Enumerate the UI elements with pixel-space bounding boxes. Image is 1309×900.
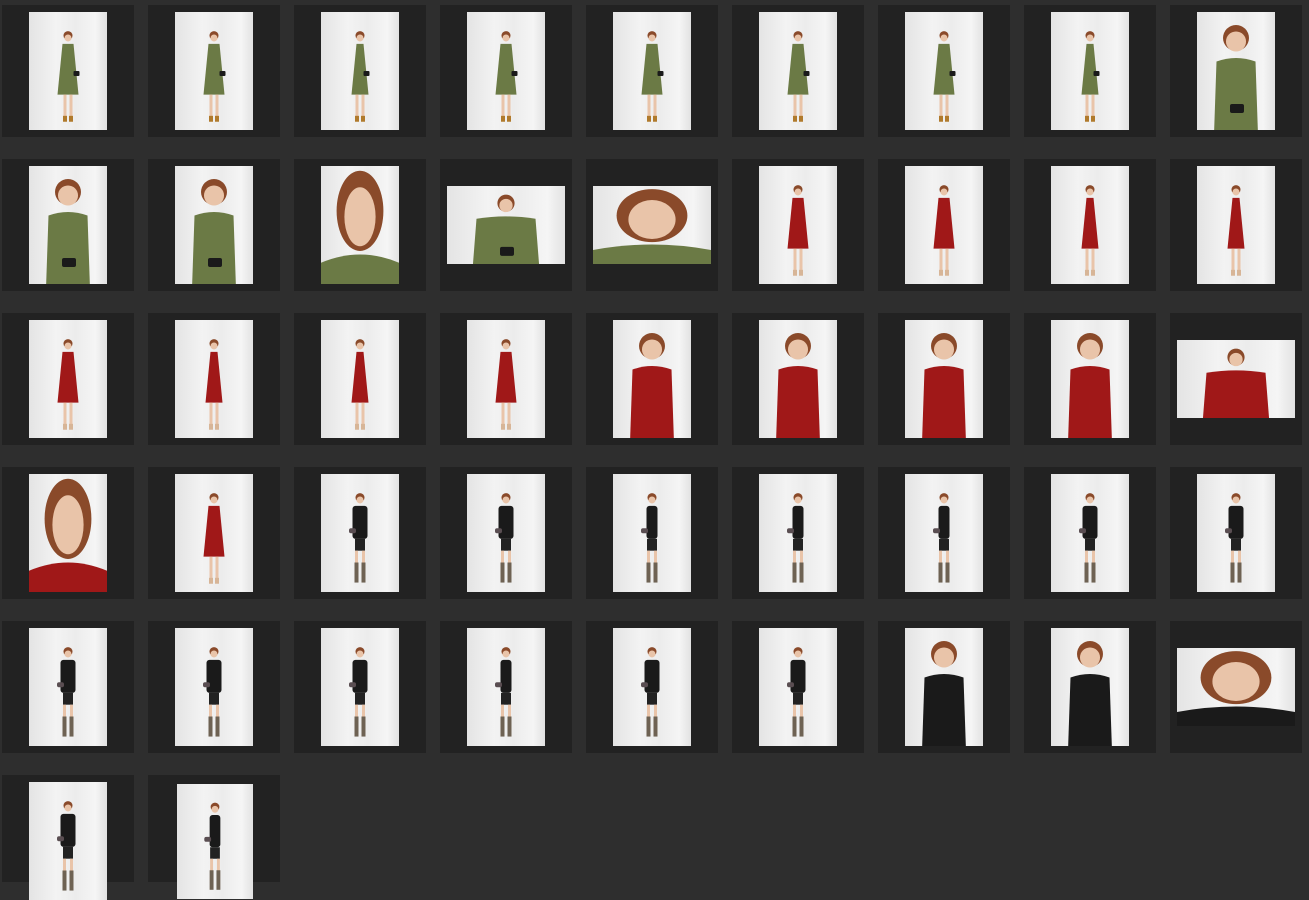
thumbnail-cell[interactable] bbox=[1170, 5, 1302, 137]
photo-thumbnail[interactable] bbox=[467, 12, 545, 130]
photo-thumbnail[interactable] bbox=[29, 628, 107, 746]
thumbnail-cell[interactable] bbox=[2, 621, 134, 753]
photo-thumbnail[interactable] bbox=[759, 320, 837, 438]
photo-thumbnail[interactable] bbox=[905, 474, 983, 592]
thumbnail-cell[interactable] bbox=[1170, 621, 1302, 753]
thumbnail-cell[interactable] bbox=[586, 159, 718, 291]
thumbnail-cell[interactable] bbox=[148, 159, 280, 291]
thumbnail-cell[interactable] bbox=[878, 621, 1010, 753]
photo-thumbnail[interactable] bbox=[759, 166, 837, 284]
photo-thumbnail[interactable] bbox=[321, 320, 399, 438]
thumbnail-cell[interactable] bbox=[1024, 5, 1156, 137]
photo-thumbnail[interactable] bbox=[29, 12, 107, 130]
thumbnail-cell[interactable] bbox=[878, 467, 1010, 599]
photo-thumbnail[interactable] bbox=[29, 320, 107, 438]
photo-thumbnail[interactable] bbox=[467, 628, 545, 746]
photo-thumbnail[interactable] bbox=[905, 320, 983, 438]
photo-thumbnail[interactable] bbox=[905, 628, 983, 746]
photo-thumbnail[interactable] bbox=[175, 166, 253, 284]
photo-thumbnail[interactable] bbox=[1051, 628, 1129, 746]
thumbnail-cell[interactable] bbox=[1170, 467, 1302, 599]
thumbnail-cell[interactable] bbox=[1024, 313, 1156, 445]
photo-thumbnail[interactable] bbox=[1051, 12, 1129, 130]
thumbnail-cell[interactable] bbox=[1024, 621, 1156, 753]
thumbnail-cell[interactable] bbox=[148, 313, 280, 445]
thumbnail-cell[interactable] bbox=[440, 313, 572, 445]
photo-thumbnail[interactable] bbox=[613, 628, 691, 746]
thumbnail-cell[interactable] bbox=[878, 5, 1010, 137]
photo-thumbnail[interactable] bbox=[593, 186, 711, 264]
photo-thumbnail[interactable] bbox=[905, 166, 983, 284]
thumbnail-cell[interactable] bbox=[2, 5, 134, 137]
thumbnail-cell[interactable] bbox=[148, 467, 280, 599]
photo-thumbnail[interactable] bbox=[759, 12, 837, 130]
photo-thumbnail[interactable] bbox=[1197, 12, 1275, 130]
thumbnail-cell[interactable] bbox=[732, 467, 864, 599]
photo-thumbnail[interactable] bbox=[321, 628, 399, 746]
thumbnail-cell[interactable] bbox=[586, 467, 718, 599]
thumbnail-cell[interactable] bbox=[2, 775, 134, 900]
thumbnail-cell[interactable] bbox=[1024, 159, 1156, 291]
thumbnail-cell[interactable] bbox=[440, 621, 572, 753]
photo-thumbnail[interactable] bbox=[1197, 166, 1275, 284]
thumbnail-cell[interactable] bbox=[294, 159, 426, 291]
thumbnail-cell[interactable] bbox=[586, 5, 718, 137]
thumbnail-cell[interactable] bbox=[148, 621, 280, 753]
photo-thumbnail[interactable] bbox=[175, 12, 253, 130]
photo-thumbnail[interactable] bbox=[467, 320, 545, 438]
photo-thumbnail[interactable] bbox=[1051, 474, 1129, 592]
photo-thumbnail[interactable] bbox=[29, 474, 107, 592]
photo-thumbnail[interactable] bbox=[613, 320, 691, 438]
photo-thumbnail[interactable] bbox=[321, 166, 399, 284]
photo-thumbnail[interactable] bbox=[1051, 320, 1129, 438]
photo-thumbnail[interactable] bbox=[613, 474, 691, 592]
photo-thumbnail[interactable] bbox=[175, 628, 253, 746]
photo-thumbnail[interactable] bbox=[321, 474, 399, 592]
photo-thumbnail[interactable] bbox=[1177, 648, 1295, 726]
thumbnail-cell[interactable] bbox=[294, 5, 426, 137]
thumbnail-cell[interactable] bbox=[148, 5, 280, 137]
thumbnail-cell[interactable] bbox=[1024, 467, 1156, 599]
thumbnail-cell[interactable] bbox=[440, 159, 572, 291]
thumbnail-cell[interactable] bbox=[732, 5, 864, 137]
thumbnail-grid bbox=[0, 0, 1309, 900]
thumbnail-cell[interactable] bbox=[2, 467, 134, 599]
photo-thumbnail[interactable] bbox=[905, 12, 983, 130]
thumbnail-cell[interactable] bbox=[732, 159, 864, 291]
photo-thumbnail[interactable] bbox=[175, 320, 253, 438]
photo-thumbnail[interactable] bbox=[321, 12, 399, 130]
photo-thumbnail[interactable] bbox=[447, 186, 565, 264]
thumbnail-cell[interactable] bbox=[148, 775, 280, 899]
photo-thumbnail[interactable] bbox=[613, 12, 691, 130]
thumbnail-cell[interactable] bbox=[294, 467, 426, 599]
thumbnail-cell[interactable] bbox=[1170, 159, 1302, 291]
thumbnail-cell[interactable] bbox=[2, 159, 134, 291]
photo-thumbnail[interactable] bbox=[759, 628, 837, 746]
photo-thumbnail[interactable] bbox=[1177, 340, 1295, 418]
photo-thumbnail[interactable] bbox=[29, 782, 107, 900]
thumbnail-cell[interactable] bbox=[732, 313, 864, 445]
photo-thumbnail[interactable] bbox=[1197, 474, 1275, 592]
thumbnail-cell[interactable] bbox=[294, 621, 426, 753]
thumbnail-cell[interactable] bbox=[2, 313, 134, 445]
thumbnail-cell[interactable] bbox=[440, 5, 572, 137]
thumbnail-cell[interactable] bbox=[586, 621, 718, 753]
thumbnail-cell[interactable] bbox=[878, 159, 1010, 291]
thumbnail-cell[interactable] bbox=[294, 313, 426, 445]
thumbnail-cell[interactable] bbox=[878, 313, 1010, 445]
thumbnail-cell[interactable] bbox=[1170, 313, 1302, 445]
photo-thumbnail[interactable] bbox=[467, 474, 545, 592]
thumbnail-cell[interactable] bbox=[440, 467, 572, 599]
thumbnail-cell[interactable] bbox=[586, 313, 718, 445]
photo-thumbnail[interactable] bbox=[29, 166, 107, 284]
photo-thumbnail[interactable] bbox=[175, 474, 253, 592]
thumbnail-cell[interactable] bbox=[732, 621, 864, 753]
photo-thumbnail[interactable] bbox=[759, 474, 837, 592]
photo-thumbnail[interactable] bbox=[1051, 166, 1129, 284]
